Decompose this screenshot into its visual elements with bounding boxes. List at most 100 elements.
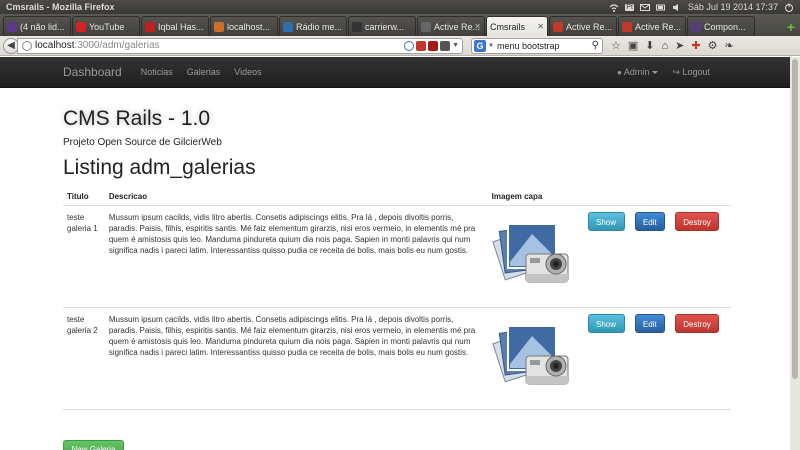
search-input[interactable]: G ▼ menu bootstrap ⚲	[471, 37, 603, 54]
close-tab-icon[interactable]: ✕	[474, 22, 481, 31]
rails-icon	[553, 21, 563, 32]
menu-icon[interactable]: ❧	[724, 39, 733, 52]
tab-favicon-icon	[421, 21, 431, 32]
column-header-titulo: Titulo	[63, 188, 105, 206]
addon-lastpass-icon[interactable]	[428, 40, 439, 51]
page-subtitle: Projeto Open Source de GilcierWeb	[63, 137, 222, 148]
page-scrollbar[interactable]	[790, 57, 800, 450]
main-nav: Noticias Galerias Videos	[134, 67, 269, 77]
google-icon[interactable]: G	[474, 39, 486, 52]
url-path: :3000/adm/galerias	[74, 40, 160, 51]
os-top-bar: Cmsrails - Mozilla Firefox Pt Sáb Jul 19…	[0, 0, 800, 14]
column-header-actions	[583, 188, 731, 206]
browser-tab[interactable]: YouTube	[72, 16, 140, 36]
search-dropdown-icon[interactable]: ▼	[488, 43, 494, 49]
camera-photo-icon[interactable]	[491, 212, 572, 290]
admin-dropdown[interactable]: ● Admin	[617, 67, 659, 77]
tab-favicon-icon	[145, 21, 155, 32]
power-icon[interactable]	[784, 3, 794, 12]
addon-b-icon[interactable]	[440, 40, 451, 51]
tab-label: Rádio me...	[296, 21, 343, 32]
user-icon: ●	[617, 68, 622, 77]
listing-title: Listing adm_galerias	[63, 156, 256, 179]
extensions-icon[interactable]: ⚙	[708, 39, 718, 52]
browser-tab[interactable]: Iqbal Has...	[141, 16, 209, 36]
tab-label: Cmsrails	[490, 21, 525, 32]
cell-descricao: Mussum ipsum cacilds, vidis litro aberti…	[104, 307, 488, 410]
volume-icon[interactable]	[672, 3, 682, 12]
main-content: CMS Rails - 1.0 Projeto Open Source de G…	[63, 107, 731, 410]
nav-videos[interactable]: Videos	[227, 67, 268, 77]
tab-favicon-icon	[7, 21, 17, 32]
search-value: menu bootstrap	[496, 40, 560, 51]
cell-actions: Show Edit Destroy	[583, 307, 731, 410]
destroy-button[interactable]: Destroy	[675, 212, 719, 231]
table-row: teste galeria 2 Mussum ipsum cacilds, vi…	[63, 307, 731, 410]
url-host: localhost	[35, 40, 75, 51]
brand-link[interactable]: Dashboard	[63, 65, 122, 79]
clipboard-icon[interactable]: ▣	[628, 39, 638, 52]
browser-tab[interactable]: Active Re...	[549, 16, 617, 36]
edit-button[interactable]: Edit	[634, 212, 665, 231]
battery-icon[interactable]	[655, 3, 666, 12]
clock[interactable]: Sáb Jul 19 2014 17:37	[688, 2, 778, 12]
camera-photo-icon[interactable]	[491, 314, 572, 392]
logout-icon: ↪	[672, 66, 680, 77]
browser-tab[interactable]: localhost...	[210, 16, 278, 36]
window-title: Cmsrails - Mozilla Firefox	[6, 2, 115, 12]
send-icon[interactable]: ➤	[675, 39, 684, 52]
tab-label: localhost...	[227, 21, 271, 32]
user-nav: ● Admin ↪ Logout	[617, 67, 710, 78]
browser-tab-active[interactable]: Cmsrails ✕	[486, 16, 548, 36]
bookmark-star-icon[interactable]: ☆	[611, 39, 621, 52]
browser-tab[interactable]: carrierw...	[348, 16, 416, 36]
scrollbar-thumb[interactable]	[792, 59, 798, 379]
tab-label: Iqbal Has...	[158, 21, 204, 32]
browser-tab[interactable]: Active Re... ✕	[417, 16, 485, 36]
cell-titulo: teste galeria 2	[63, 307, 105, 410]
globe-icon	[22, 40, 32, 51]
show-button[interactable]: Show	[587, 212, 625, 231]
download-icon[interactable]: ⬇	[645, 39, 654, 52]
nav-galerias[interactable]: Galerias	[180, 67, 228, 77]
dropdown-arrow-icon[interactable]: ▼	[452, 42, 459, 49]
tab-label: carrierw...	[365, 21, 405, 32]
new-galeria-button[interactable]: New Galeria	[63, 440, 124, 450]
logout-link[interactable]: ↪ Logout	[672, 67, 710, 78]
cell-descricao: Mussum ipsum cacilds, vidis litro aberti…	[104, 205, 488, 308]
table-header-row: Titulo Descricao Imagem capa	[63, 188, 731, 206]
app-navbar: Dashboard Noticias Galerias Videos ● Adm…	[0, 57, 790, 88]
search-icon[interactable]: ⚲	[592, 40, 599, 51]
reload-icon[interactable]	[404, 40, 415, 51]
tab-label: Compon...	[704, 21, 746, 32]
new-tab-icon[interactable]: +	[782, 18, 800, 36]
browser-tab[interactable]: Compon...	[687, 16, 755, 36]
cell-titulo: teste galeria 1	[63, 205, 105, 308]
nav-noticias[interactable]: Noticias	[134, 67, 180, 77]
browser-tab[interactable]: (4 não lid...	[3, 16, 71, 36]
browser-tab[interactable]: Rádio me...	[279, 16, 347, 36]
browser-tab[interactable]: Active Re...	[618, 16, 686, 36]
page-title: CMS Rails - 1.0	[63, 107, 211, 130]
bootstrap-icon	[691, 21, 701, 32]
galerias-table: Titulo Descricao Imagem capa teste galer…	[63, 188, 731, 410]
cell-actions: Show Edit Destroy	[583, 205, 731, 308]
addon-red-icon[interactable]	[416, 40, 427, 51]
admin-label: Admin	[623, 67, 650, 77]
edit-button[interactable]: Edit	[634, 314, 665, 333]
show-button[interactable]: Show	[587, 314, 625, 333]
keyboard-layout-icon[interactable]: Pt	[625, 3, 634, 11]
destroy-button[interactable]: Destroy	[675, 314, 719, 333]
home-icon[interactable]: ⌂	[662, 40, 669, 52]
tab-favicon-icon	[214, 21, 224, 32]
mail-icon[interactable]	[639, 3, 650, 12]
cell-imagem	[487, 307, 584, 410]
youtube-icon	[76, 21, 86, 32]
caret-down-icon	[652, 71, 659, 75]
wifi-icon[interactable]	[609, 3, 619, 12]
addon-icon[interactable]: ✚	[691, 39, 700, 52]
tab-bar: (4 não lid... YouTube Iqbal Has... local…	[0, 14, 800, 36]
cell-imagem	[487, 205, 584, 308]
url-bar[interactable]: localhost:3000/adm/galerias ▼	[17, 37, 463, 54]
close-tab-icon[interactable]: ✕	[537, 22, 544, 31]
